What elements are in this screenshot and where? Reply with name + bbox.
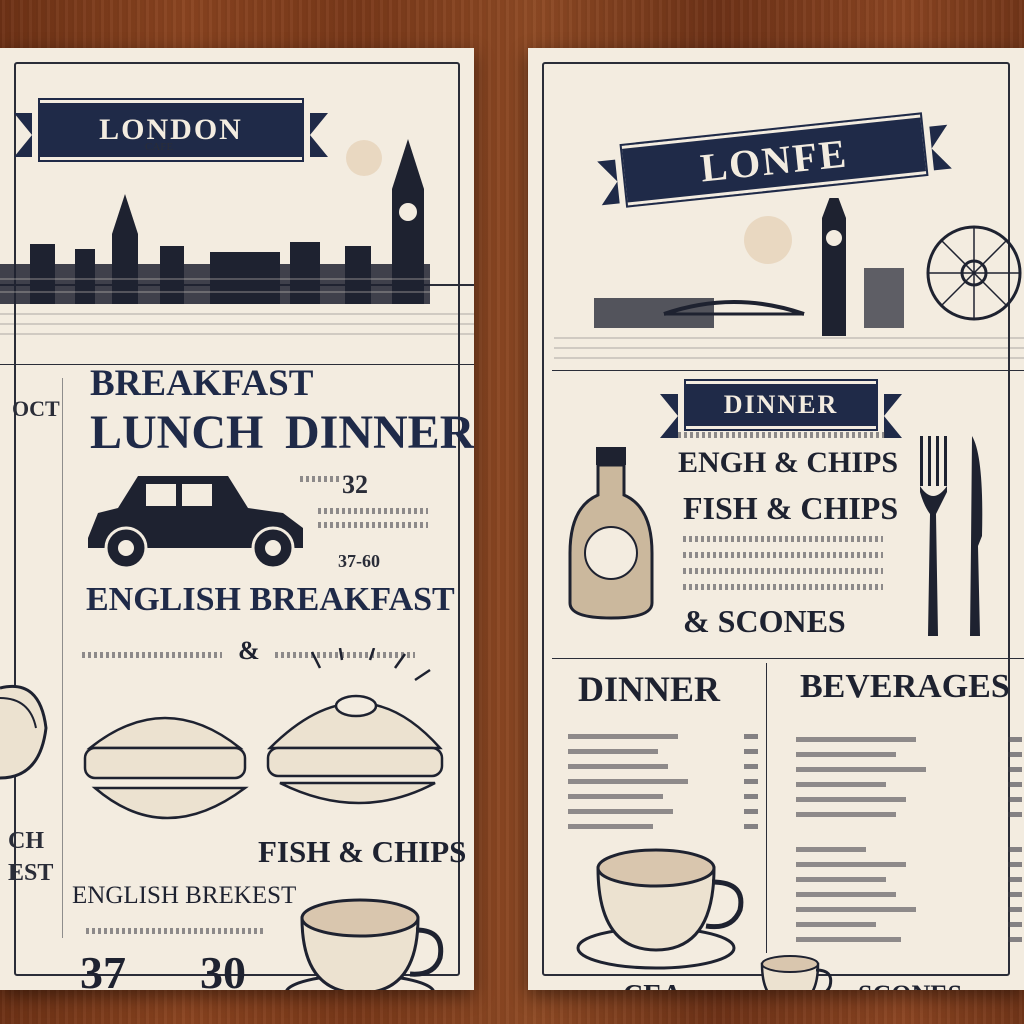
list-item — [796, 936, 1022, 944]
divider — [552, 370, 1024, 371]
list-item — [568, 823, 758, 831]
list-item — [796, 846, 1022, 854]
list-item — [796, 811, 1022, 819]
left-menu-card: LONDON CAFE BREAKFAST LUNCH DINNER OCT 3… — [0, 48, 474, 990]
london-skyline-illustration — [0, 139, 474, 335]
price-37: 37 — [80, 947, 126, 990]
list-item — [796, 921, 1022, 929]
text-line — [318, 508, 428, 514]
side-label-ch: CH — [8, 828, 44, 854]
list-item — [796, 736, 1022, 744]
guard-helmet-icon — [0, 684, 48, 780]
text-line — [318, 522, 428, 528]
lunch-heading: LUNCH — [90, 406, 264, 459]
side-label-est: EST — [8, 860, 54, 886]
text-line — [683, 552, 883, 558]
fork-knife-icon — [920, 436, 983, 636]
divider — [552, 658, 1024, 659]
bottle-illustration — [568, 447, 654, 620]
column-divider — [766, 663, 767, 953]
list-item — [796, 766, 1022, 774]
menu-item-3: & SCONES — [683, 603, 846, 639]
footer-label-cea: CEA — [623, 980, 682, 990]
sandwich-illustrations — [83, 648, 444, 820]
list-item — [796, 781, 1022, 789]
teacup-large-illustration — [576, 848, 744, 970]
list-item — [796, 906, 1022, 914]
teacup-illustration — [285, 898, 444, 990]
list-item — [796, 751, 1022, 759]
text-line — [683, 568, 883, 574]
price-30: 30 — [200, 947, 246, 990]
vintage-taxi-illustration — [88, 476, 303, 570]
list-item — [568, 733, 758, 741]
thames-skyline-illustration — [554, 198, 1024, 359]
list-item — [796, 796, 1022, 804]
list-item — [568, 793, 758, 801]
text-line — [683, 536, 883, 542]
list-item — [568, 748, 758, 756]
list-item — [796, 876, 1022, 884]
list-item — [568, 778, 758, 786]
price-label-a: 32 — [342, 470, 368, 499]
teacup-small-illustration — [760, 955, 833, 990]
text-line — [86, 928, 266, 934]
price-label-b: 37-60 — [338, 551, 380, 571]
right-menu-card: LONFE DINNER ENGH & CHIPS FISH & CHIPS &… — [528, 48, 1024, 990]
right-title-text: LONFE — [698, 129, 850, 191]
beverages-section-heading: BEVERAGES — [800, 668, 1010, 705]
dinner-banner: DINNER — [660, 379, 902, 438]
side-label-oct: OCT — [12, 396, 60, 421]
footer-label-scones: SCONES — [858, 980, 962, 990]
fish-chips-label: FISH & CHIPS — [258, 834, 467, 869]
text-line — [678, 432, 888, 438]
list-item — [796, 861, 1022, 869]
dinner-section-heading: DINNER — [578, 669, 721, 709]
english-breakfast-small-label: ENGLISH BREKEST — [72, 882, 297, 909]
right-title-banner: LONFE — [619, 111, 929, 209]
dinner-heading: DINNER — [285, 406, 474, 459]
breakfast-heading: BREAKFAST — [90, 363, 314, 404]
column-divider — [62, 378, 63, 938]
list-item — [796, 891, 1022, 899]
text-line — [300, 476, 340, 482]
list-item — [568, 808, 758, 816]
list-item — [568, 763, 758, 771]
dinner-banner-text: DINNER — [723, 390, 839, 419]
menu-item-2: FISH & CHIPS — [683, 490, 899, 526]
english-breakfast-heading: ENGLISH BREAKFAST — [86, 581, 455, 618]
menu-item-1: ENGH & CHIPS — [678, 446, 899, 479]
text-line — [683, 584, 883, 590]
